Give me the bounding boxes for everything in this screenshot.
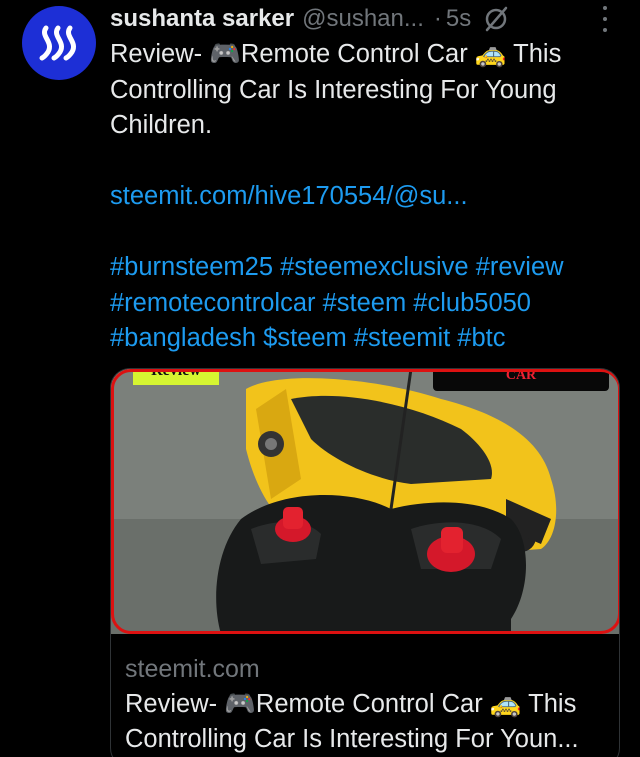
steem-logo-icon	[39, 25, 76, 61]
tweet-text-line: Children.	[110, 111, 213, 139]
tweet-link[interactable]: steemit.com/hive170554/@su...	[110, 179, 610, 215]
card-title-line: Review- 🎮Remote Control Car 🚕 This	[125, 690, 577, 718]
tweet-text-line: Review- 🎮Remote Control Car 🚕 This	[110, 40, 562, 68]
card-title-line: Controlling Car Is Interesting For Youn.…	[125, 725, 579, 753]
avatar[interactable]	[22, 6, 96, 80]
card-title[interactable]: Review- 🎮Remote Control Car 🚕 This Contr…	[125, 687, 615, 757]
tweet-text-line: Controlling Car Is Interesting For Young	[110, 75, 557, 104]
hashtags-line[interactable]: #bangladesh $steem #steemit #btc	[110, 321, 610, 357]
grok-icon[interactable]	[483, 6, 509, 32]
more-vertical-icon[interactable]	[602, 6, 608, 32]
tweet-text: Review- 🎮Remote Control Car 🚕 This Contr…	[110, 37, 610, 357]
separator-dot: ·	[433, 5, 442, 32]
author-handle[interactable]: @sushan...	[302, 5, 424, 33]
image-label-car: CAR	[433, 369, 609, 391]
hashtags-line[interactable]: #remotecontrolcar #steem #club5050	[110, 286, 610, 322]
card-domain[interactable]: steemit.com	[125, 655, 260, 684]
author-name[interactable]: sushanta sarker	[110, 5, 294, 33]
hashtags-line[interactable]: #burnsteem25 #steemexclusive #review	[110, 250, 610, 286]
card-image[interactable]: Review CAR	[111, 369, 619, 634]
rc-car-photo	[111, 369, 619, 634]
image-label-review: Review	[133, 369, 219, 385]
link-preview-card[interactable]: Review CAR steemit.com Review- 🎮Remote C…	[110, 368, 620, 757]
timestamp[interactable]: 5s	[446, 5, 471, 33]
tweet-header: sushanta sarker @sushan... · 5s	[110, 4, 640, 34]
